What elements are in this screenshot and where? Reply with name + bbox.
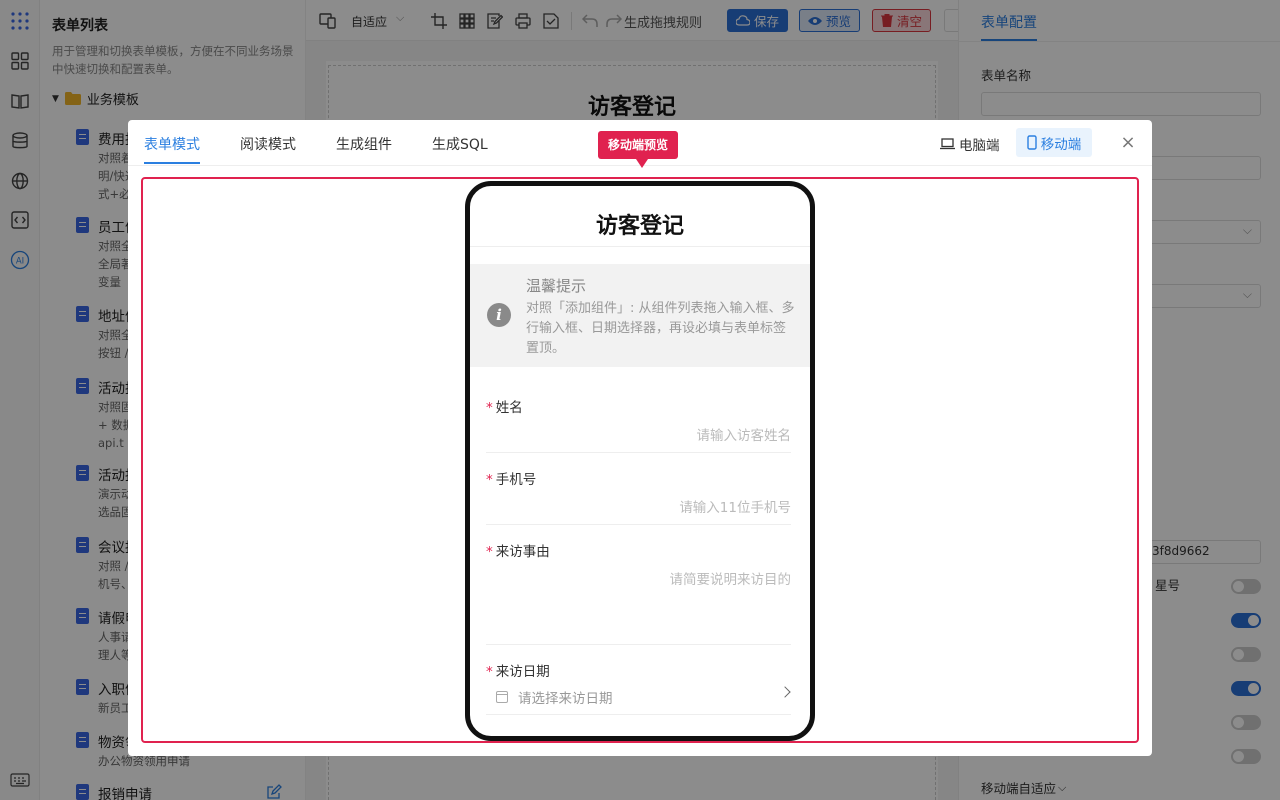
device-mobile-button[interactable]: 移动端 — [1016, 128, 1092, 157]
mobile-preview-badge: 移动端预览 — [598, 131, 679, 168]
required-mark: * — [486, 472, 493, 488]
required-mark: * — [486, 400, 493, 416]
name-input[interactable]: 请输入访客姓名 — [697, 424, 792, 444]
field-label-text: 来访事由 — [495, 544, 550, 560]
divider — [486, 644, 791, 645]
divider — [486, 714, 791, 715]
device-pc-button[interactable]: 电脑端 — [940, 134, 1000, 154]
tab-active-underline — [144, 162, 200, 164]
chevron-right-icon — [779, 686, 791, 698]
field-label: * 手机号 — [486, 468, 536, 488]
tab-form-mode[interactable]: 表单模式 — [144, 134, 200, 154]
tip-text: 对照「添加组件」: 从组件列表拖入输入框、多行输入框、日期选择器，再设必填与表单… — [526, 301, 795, 356]
field-label-text: 姓名 — [495, 400, 523, 416]
field-label-text: 来访日期 — [495, 664, 550, 680]
divider — [470, 246, 810, 247]
tab-generate-component[interactable]: 生成组件 — [336, 134, 392, 154]
tab-read-mode[interactable]: 阅读模式 — [240, 134, 296, 154]
preview-modal: 表单模式 阅读模式 生成组件 生成SQL 电脑端 移动端 × 移动端预览 访客登… — [128, 120, 1152, 756]
divider — [486, 524, 791, 525]
reason-textarea[interactable]: 请简要说明来访目的 — [670, 568, 792, 588]
phone-frame: 访客登记 i 温馨提示 对照「添加组件」: 从组件列表拖入输入框、多行输入框、日… — [465, 181, 815, 741]
tip-box: i 温馨提示 对照「添加组件」: 从组件列表拖入输入框、多行输入框、日期选择器，… — [470, 264, 810, 367]
date-placeholder: 请选择来访日期 — [518, 691, 613, 707]
date-picker[interactable]: 请选择来访日期 — [486, 682, 791, 712]
required-mark: * — [486, 664, 493, 680]
device-mobile-label: 移动端 — [1040, 136, 1082, 153]
tab-generate-sql[interactable]: 生成SQL — [432, 134, 488, 154]
phone-form-title: 访客登记 — [595, 214, 684, 239]
required-mark: * — [486, 544, 493, 560]
field-label: * 来访事由 — [486, 540, 550, 560]
field-label: * 来访日期 — [486, 660, 550, 680]
divider — [486, 452, 791, 453]
phone-input[interactable]: 请输入11位手机号 — [679, 496, 791, 516]
laptop-icon — [940, 138, 955, 150]
info-icon: i — [487, 303, 511, 327]
phone-icon — [1027, 135, 1037, 150]
field-label-text: 手机号 — [495, 472, 537, 488]
close-icon[interactable]: × — [1118, 133, 1138, 153]
tip-title: 温馨提示 — [526, 277, 587, 295]
device-pc-label: 电脑端 — [959, 138, 1000, 154]
field-label: * 姓名 — [486, 396, 523, 416]
calendar-icon — [496, 691, 508, 703]
